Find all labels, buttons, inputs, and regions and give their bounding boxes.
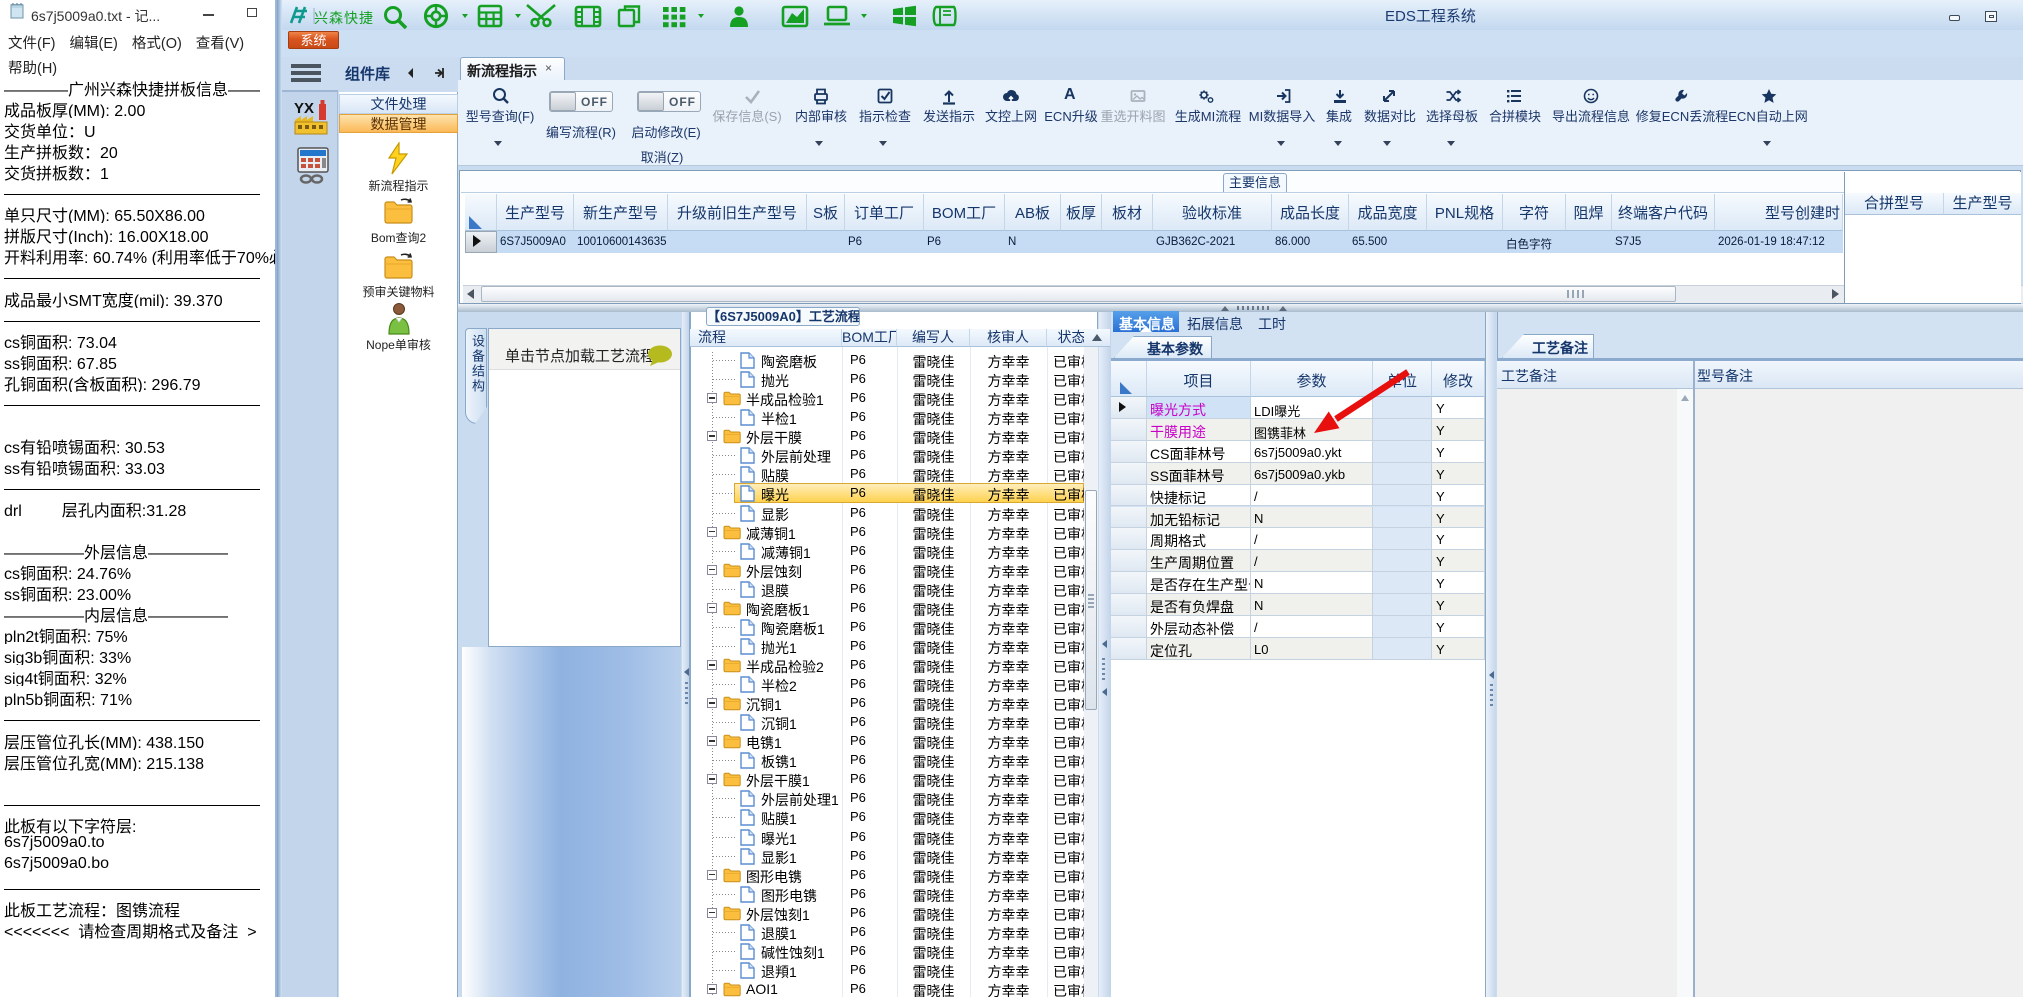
svg-text:YX: YX — [294, 100, 314, 117]
